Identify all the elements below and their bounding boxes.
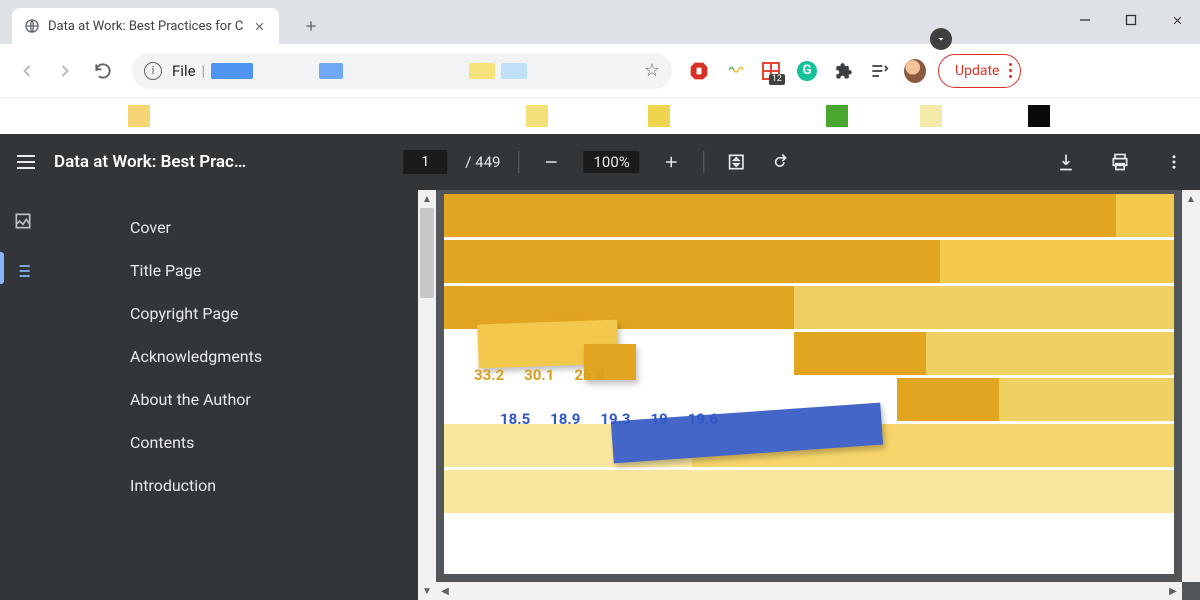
address-bar[interactable]: i File | ☆ bbox=[132, 53, 672, 89]
download-button[interactable] bbox=[1052, 148, 1080, 176]
minimize-button[interactable] bbox=[1062, 0, 1108, 40]
pdf-page-viewport[interactable]: 33.230.126.8 18.518.919.31919.6 ▲ ◀ ▶ bbox=[436, 190, 1200, 600]
zoom-in-button[interactable] bbox=[658, 148, 686, 176]
scroll-up-icon[interactable]: ▲ bbox=[418, 190, 436, 208]
close-icon[interactable] bbox=[251, 18, 267, 34]
outline-item[interactable]: Acknowledgments bbox=[70, 335, 410, 378]
outline-tab-icon[interactable] bbox=[12, 260, 34, 282]
scroll-down-icon[interactable]: ▼ bbox=[418, 582, 436, 600]
print-button[interactable] bbox=[1106, 148, 1134, 176]
tab-strip: Data at Work: Best Practices for C bbox=[0, 0, 1200, 44]
new-tab-button[interactable] bbox=[297, 12, 325, 40]
url-text: File | bbox=[172, 62, 634, 80]
thumbnails-tab-icon[interactable] bbox=[12, 210, 34, 232]
pdf-document-title: Data at Work: Best Prac… bbox=[54, 152, 246, 172]
outline-item[interactable]: Contents bbox=[70, 421, 410, 464]
pdf-sidebar-toggle[interactable] bbox=[12, 148, 40, 176]
tab-title: Data at Work: Best Practices for C bbox=[48, 19, 243, 34]
adblock-icon[interactable] bbox=[688, 60, 710, 82]
browser-tab[interactable]: Data at Work: Best Practices for C bbox=[12, 8, 279, 44]
outline-item[interactable]: Title Page bbox=[70, 249, 410, 292]
scrollbar-thumb[interactable] bbox=[420, 208, 434, 298]
grammarly-icon[interactable]: G bbox=[796, 60, 818, 82]
bookmark-item[interactable] bbox=[1028, 105, 1050, 127]
zoom-level[interactable]: 100% bbox=[583, 151, 639, 173]
forward-button[interactable] bbox=[48, 54, 82, 88]
outline-scrollbar[interactable]: ▲ ▼ bbox=[418, 190, 436, 600]
bookmarks-bar bbox=[0, 98, 1200, 134]
window-controls bbox=[1062, 0, 1200, 40]
update-button[interactable]: Update bbox=[938, 54, 1021, 88]
extension-icons: 12 G bbox=[688, 60, 926, 82]
bookmark-item[interactable] bbox=[826, 105, 848, 127]
bookmark-item[interactable] bbox=[526, 105, 548, 127]
reading-list-icon[interactable] bbox=[868, 60, 890, 82]
extension-wave-icon[interactable] bbox=[724, 60, 746, 82]
cover-numbers-top: 33.230.126.8 bbox=[474, 366, 605, 384]
active-tab-indicator bbox=[0, 252, 4, 284]
pdf-side-tabs bbox=[0, 190, 46, 600]
browser-toolbar: i File | ☆ 12 G Update bbox=[0, 44, 1200, 98]
outline-item[interactable]: Copyright Page bbox=[70, 292, 410, 335]
back-button[interactable] bbox=[10, 54, 44, 88]
outline-item[interactable]: Introduction bbox=[70, 464, 410, 507]
maximize-button[interactable] bbox=[1108, 0, 1154, 40]
bookmark-item[interactable] bbox=[128, 105, 150, 127]
pdf-outline-panel: CoverTitle PageCopyright PageAcknowledgm… bbox=[46, 190, 418, 600]
pdf-toolbar: Data at Work: Best Prac… 1 / 449 100% bbox=[0, 134, 1200, 190]
outline-item[interactable]: Cover bbox=[70, 206, 410, 249]
page-horizontal-scrollbar[interactable]: ◀ ▶ bbox=[436, 582, 1182, 600]
overflow-menu-icon[interactable] bbox=[1009, 63, 1012, 78]
extensions-puzzle-icon[interactable] bbox=[832, 60, 854, 82]
bookmark-item[interactable] bbox=[920, 105, 942, 127]
site-info-icon[interactable]: i bbox=[144, 62, 162, 80]
pdf-page: 33.230.126.8 18.518.919.31919.6 bbox=[444, 194, 1174, 574]
page-number-input[interactable]: 1 bbox=[403, 150, 447, 174]
extension-badge: 12 bbox=[769, 74, 785, 85]
cover-numbers-bottom: 18.518.919.31919.6 bbox=[500, 410, 718, 428]
globe-icon bbox=[24, 18, 40, 34]
fit-page-button[interactable] bbox=[723, 148, 751, 176]
reload-button[interactable] bbox=[86, 54, 120, 88]
page-total-label: / 449 bbox=[465, 153, 500, 171]
pdf-viewer-body: CoverTitle PageCopyright PageAcknowledgm… bbox=[0, 190, 1200, 600]
pdf-more-menu[interactable] bbox=[1160, 148, 1188, 176]
bookmark-star-icon[interactable]: ☆ bbox=[644, 60, 660, 81]
rotate-button[interactable] bbox=[769, 148, 797, 176]
page-vertical-scrollbar[interactable]: ▲ bbox=[1182, 190, 1200, 582]
close-window-button[interactable] bbox=[1154, 0, 1200, 40]
outline-item[interactable]: About the Author bbox=[70, 378, 410, 421]
tab-search-button[interactable] bbox=[930, 28, 952, 50]
profile-avatar[interactable] bbox=[904, 60, 926, 82]
bookmark-item[interactable] bbox=[648, 105, 670, 127]
extension-waffle-icon[interactable]: 12 bbox=[760, 60, 782, 82]
zoom-out-button[interactable] bbox=[537, 148, 565, 176]
